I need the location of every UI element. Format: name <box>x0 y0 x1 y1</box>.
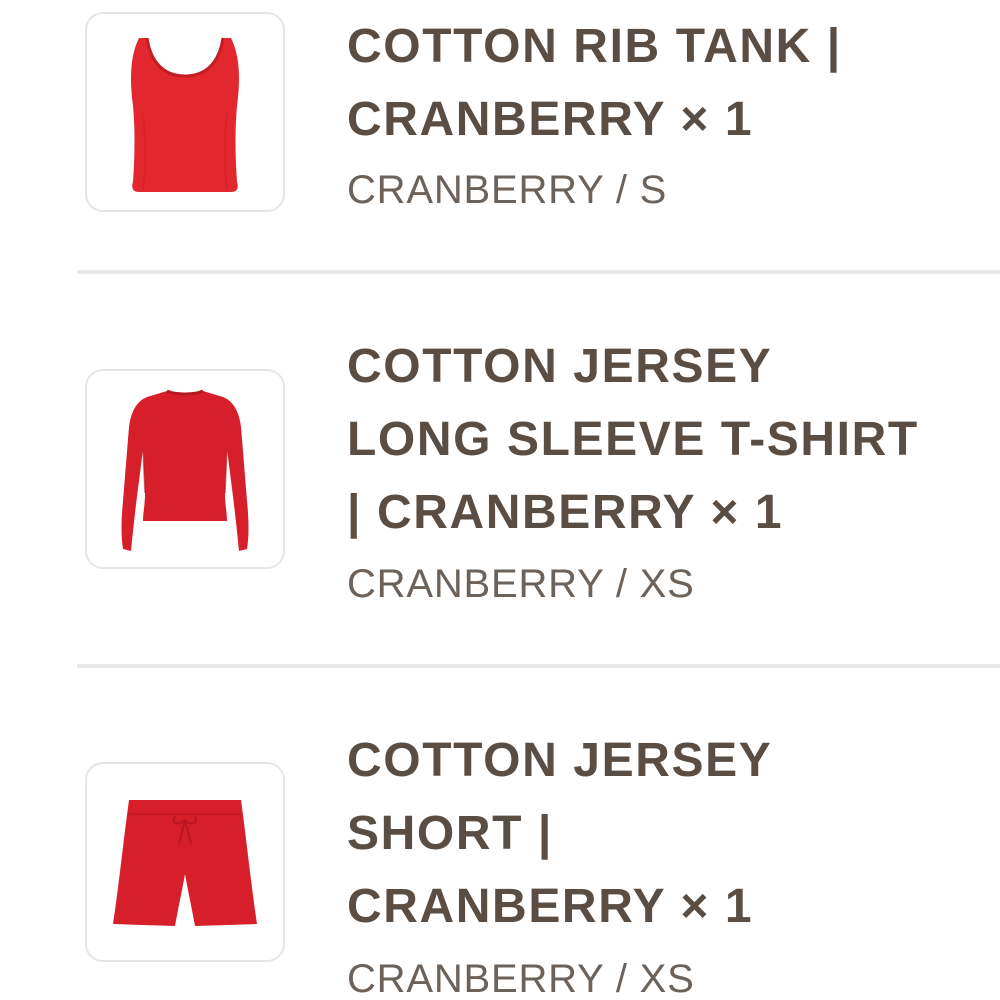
cart-item: COTTON JERSEY LONG SLEEVE T-SHIRT | CRAN… <box>0 274 1000 666</box>
product-variant: CRANBERRY / XS <box>347 562 695 606</box>
long-sleeve-shirt-image <box>121 389 249 551</box>
product-thumbnail[interactable] <box>85 762 285 962</box>
product-variant: CRANBERRY / S <box>347 168 668 212</box>
product-title[interactable]: COTTON RIB TANK | CRANBERRY × 1 <box>347 10 987 156</box>
cart-item: COTTON RIB TANK | CRANBERRY × 1 CRANBERR… <box>0 0 1000 272</box>
product-thumbnail[interactable] <box>85 12 285 212</box>
cart-item-list: COTTON RIB TANK | CRANBERRY × 1 CRANBERR… <box>0 0 1000 1000</box>
product-title[interactable]: COTTON JERSEY LONG SLEEVE T-SHIRT | CRAN… <box>347 330 987 549</box>
product-thumbnail[interactable] <box>85 369 285 569</box>
shorts-image <box>113 800 257 926</box>
cart-item: COTTON JERSEY SHORT | CRANBERRY × 1 CRAN… <box>0 668 1000 1000</box>
product-variant: CRANBERRY / XS <box>347 957 695 1000</box>
tank-top-image <box>131 37 239 192</box>
product-title[interactable]: COTTON JERSEY SHORT | CRANBERRY × 1 <box>347 724 987 943</box>
